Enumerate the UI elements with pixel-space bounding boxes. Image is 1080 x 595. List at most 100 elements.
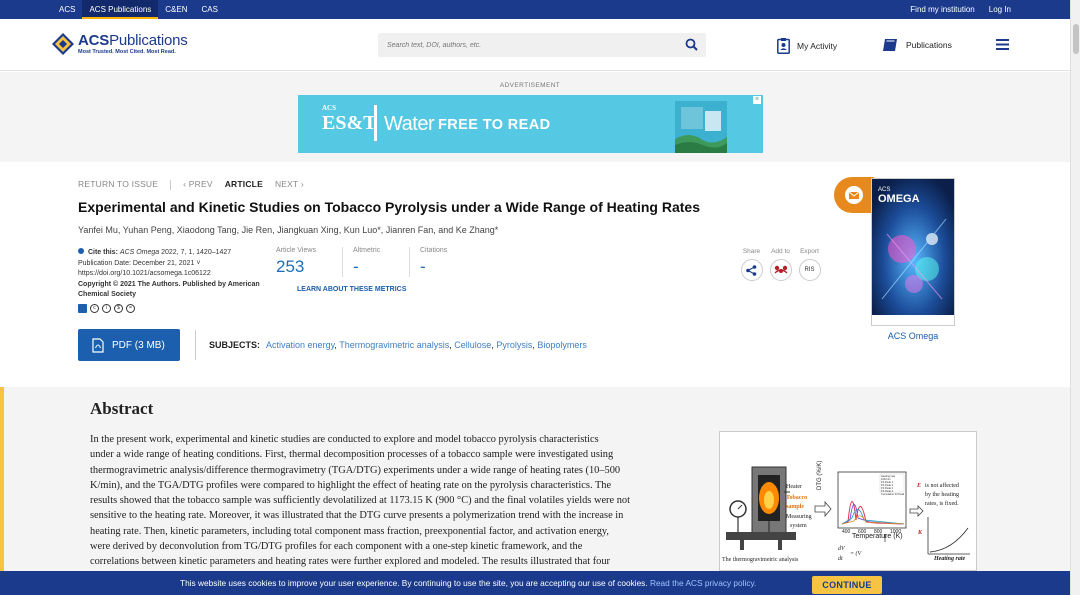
logo-tagline: Most Trusted. Most Cited. Most Read. (78, 49, 176, 55)
publication-date[interactable]: Publication Date: December 21, 2021 (78, 260, 194, 267)
article-authors[interactable]: Yanfei Mu, Yuhan Peng, Xiaodong Tang, Ji… (78, 225, 498, 235)
altmetric-value: - (353, 257, 359, 276)
export-ris-button[interactable]: RIS (798, 259, 821, 281)
top-link-cas[interactable]: CAS (195, 0, 225, 19)
cite-journal: ACS Omega (119, 249, 160, 256)
top-link-cen[interactable]: C&EN (158, 0, 194, 19)
hamburger-menu-icon[interactable] (996, 39, 1009, 50)
top-link-acs[interactable]: ACS (52, 0, 82, 19)
toc-note-line: by the heating (925, 492, 959, 498)
search-input[interactable] (378, 33, 668, 57)
pdf-icon (92, 337, 104, 353)
journal-cover[interactable]: ACS OMEGA (871, 178, 955, 326)
add-to-tool: Add to (766, 248, 795, 281)
login-link[interactable]: Log In (982, 0, 1018, 19)
subjects-divider (195, 330, 196, 360)
toc-k-symbol: K (918, 530, 923, 536)
cookie-continue-button[interactable]: CONTINUE (812, 576, 882, 594)
prev-article-link[interactable]: ‹ PREV (183, 179, 213, 190)
citation-block: Cite this: ACS Omega 2022, 7, 1, 1420–14… (78, 248, 263, 313)
share-tools: Share Add to Export RIS (737, 248, 824, 281)
toc-note-line: is not affected (925, 483, 959, 489)
next-article-link[interactable]: NEXT › (275, 179, 304, 190)
advertisement-banner[interactable]: ACS ES&T Water FREE TO READ × (298, 95, 763, 153)
license-icons[interactable]: c i $ = (78, 303, 263, 313)
ad-journal-cover (675, 101, 727, 153)
current-article-label: ARTICLE (224, 179, 263, 189)
logo-name-bold: ACS (78, 32, 110, 49)
abstract-text: In the present work, experimental and ki… (90, 432, 710, 570)
my-activity-label: My Activity (797, 41, 838, 51)
return-to-issue-link[interactable]: RETURN TO ISSUE (78, 179, 158, 190)
share-icon (746, 264, 757, 276)
toc-equation-body: = (V (850, 551, 862, 557)
scrollbar-thumb[interactable] (1073, 24, 1079, 54)
email-alert-button[interactable] (834, 177, 874, 213)
ad-sub-brand: Water (384, 113, 435, 135)
article-metrics: Article Views 253 Altmetric - Citations … (276, 247, 477, 277)
subject-link[interactable]: Biopolymers (537, 340, 587, 350)
share-label: Share (742, 248, 761, 255)
metric-citations: Citations - (410, 247, 477, 277)
toc-graphic[interactable]: Heater Tobacco sample Measuring system T… (719, 431, 977, 571)
clipboard-user-icon (777, 38, 790, 54)
cover-title: ACS OMEGA (878, 187, 920, 205)
privacy-policy-link[interactable]: Read the ACS privacy policy. (650, 578, 756, 588)
abstract-line: correlations between kinetic parameters … (90, 556, 611, 568)
ad-close-icon[interactable]: × (753, 96, 761, 104)
add-to-label: Add to (771, 248, 790, 255)
top-links: ACS ACS Publications C&EN CAS (52, 0, 225, 19)
export-label: Export (800, 248, 819, 255)
search-box (378, 33, 706, 57)
find-institution-link[interactable]: Find my institution (903, 0, 981, 19)
toc-heating-rate-label: Heating rate (934, 556, 966, 562)
article-doi[interactable]: https://doi.org/10.1021/acsomega.1c06122 (78, 269, 263, 280)
add-to-button[interactable] (769, 259, 792, 281)
cookie-message: This website uses cookies to improve you… (180, 571, 756, 595)
subject-link[interactable]: Cellulose (454, 340, 491, 350)
citations-value: - (420, 257, 426, 276)
metric-article-views: Article Views 253 (276, 247, 343, 277)
acs-publications-logo[interactable]: ACSPublications Most Trusted. Most Cited… (52, 33, 188, 55)
toc-equation-num: dV (838, 546, 845, 552)
learn-metrics-link[interactable]: LEARN ABOUT THESE METRICS (297, 286, 406, 293)
page-scrollbar[interactable] (1070, 0, 1080, 595)
my-activity-button[interactable]: My Activity (777, 38, 837, 54)
toc-sample-label: sample (786, 504, 804, 510)
subject-link[interactable]: Pyrolysis (496, 340, 532, 350)
open-access-icon (78, 303, 87, 313)
book-icon (883, 39, 897, 51)
pdf-download-button[interactable]: PDF (3 MB) (78, 329, 180, 361)
share-button[interactable] (740, 259, 763, 281)
ad-logo-text: ES&T (322, 112, 377, 134)
site-header: ACS Publications Most Trusted. Most Cited… (0, 19, 1080, 71)
cite-this-label[interactable]: Cite this: (88, 249, 118, 256)
ad-cover-art-icon (675, 107, 727, 153)
abstract-heading: Abstract (90, 399, 154, 418)
cover-journal-name: OMEGA (878, 193, 920, 205)
subject-link[interactable]: Activation energy (266, 340, 334, 350)
subjects-list: SUBJECTS: Activation energy, Thermogravi… (209, 340, 587, 350)
ad-journal-logo: ACS ES&T (322, 105, 376, 135)
publications-button[interactable]: Publications (882, 38, 952, 52)
share-tool: Share (737, 248, 766, 281)
nd-icon: = (126, 303, 135, 313)
search-icon[interactable] (685, 38, 698, 51)
subject-link[interactable]: Thermogravimetric analysis (339, 340, 449, 350)
envelope-icon (849, 191, 859, 199)
journal-caption-link[interactable]: ACS Omega (871, 331, 955, 341)
article-views-value: 253 (276, 257, 305, 276)
top-link-acs-publications[interactable]: ACS Publications (82, 0, 159, 19)
by-icon: i (102, 303, 111, 313)
metric-altmetric: Altmetric - (343, 247, 410, 277)
abstract-accent-bar (0, 387, 4, 595)
cookie-banner: This website uses cookies to improve you… (0, 571, 1080, 595)
toc-tobacco-label: Tobacco (786, 495, 808, 501)
toc-equation-den: dt (838, 556, 843, 562)
toc-temperature-axis-label: Temperature (K) (852, 533, 903, 540)
publications-label: Publications (906, 40, 952, 50)
cite-reference: 2022, 7, 1, 1420–1427 (161, 249, 232, 256)
abstract-line: In the present work, experimental and ki… (90, 434, 599, 445)
toc-system-label: system (790, 523, 807, 529)
pdf-button-label: PDF (3 MB) (112, 339, 165, 351)
